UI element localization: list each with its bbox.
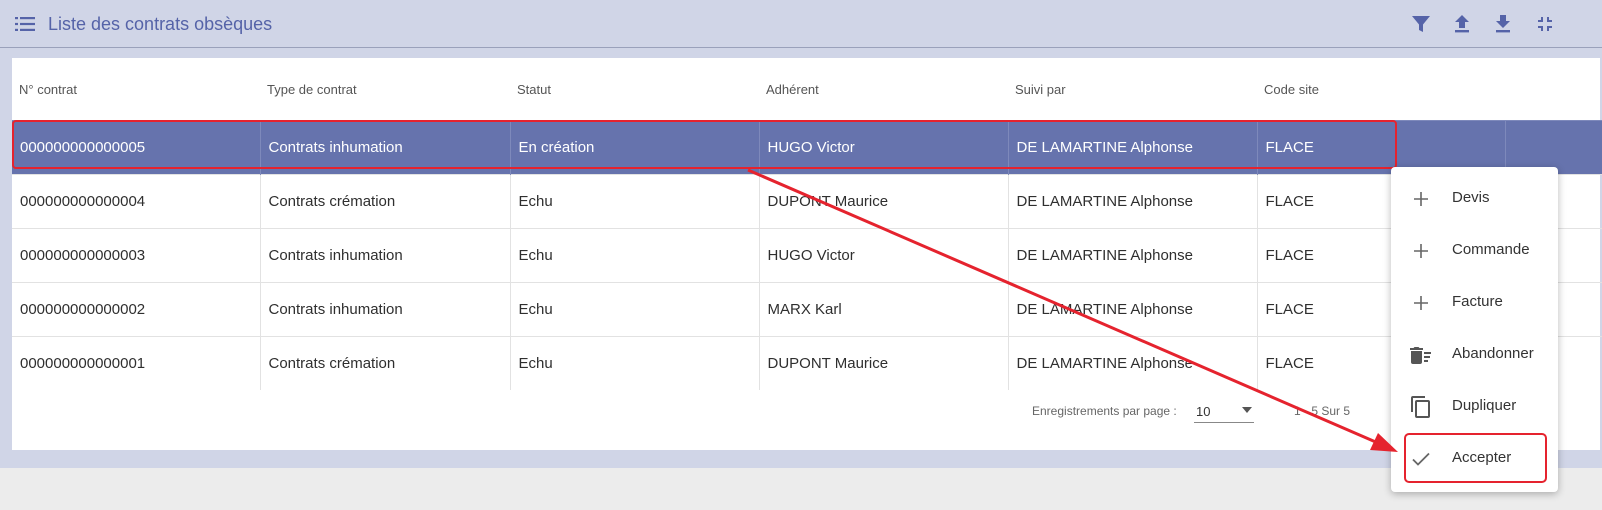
menu-item-accepter[interactable]: Accepter	[1391, 433, 1558, 485]
cell-contract-number: 000000000000001	[12, 336, 261, 390]
menu-item-abandonner[interactable]: Abandonner	[1391, 329, 1558, 381]
copy-icon	[1411, 396, 1430, 418]
column-header[interactable]: Adhérent	[759, 58, 1008, 121]
cell-member: HUGO Victor	[759, 120, 1009, 175]
plus-icon	[1414, 192, 1428, 206]
delete-sweep-icon	[1410, 347, 1431, 364]
cell-member: MARX Karl	[759, 282, 1009, 337]
cell-contract-type: Contrats inhumation	[260, 120, 511, 175]
menu-icon[interactable]	[15, 17, 35, 31]
page-header: Liste des contrats obsèques	[0, 0, 1602, 48]
menu-item-label: Commande	[1452, 241, 1530, 258]
upload-icon[interactable]	[1450, 12, 1474, 36]
content-panel: Liste des contrats obsèques N° contrat T…	[0, 0, 1602, 468]
cell-followed-by: DE LAMARTINE Alphonse	[1008, 282, 1258, 337]
column-header[interactable]: Suivi par	[1008, 58, 1257, 121]
cell-contract-type: Contrats inhumation	[260, 282, 511, 337]
cell-member: DUPONT Maurice	[759, 174, 1009, 229]
per-page-value: 10	[1196, 404, 1211, 419]
cell-followed-by: DE LAMARTINE Alphonse	[1008, 174, 1258, 229]
row-context-menu: Devis Commande Facture Abandonner Dupliq…	[1391, 167, 1558, 492]
cell-followed-by: DE LAMARTINE Alphonse	[1008, 120, 1258, 175]
table-row[interactable]: 000000000000001 Contrats crémation Echu …	[12, 336, 1602, 390]
cell-contract-number: 000000000000003	[12, 228, 261, 283]
column-header[interactable]: Statut	[510, 58, 759, 121]
per-page-select[interactable]: 10	[1194, 399, 1254, 423]
column-header[interactable]: N° contrat	[12, 58, 260, 121]
column-header[interactable]: Type de contrat	[260, 58, 510, 121]
cell-contract-number: 000000000000004	[12, 174, 261, 229]
cell-status: Echu	[510, 336, 760, 390]
chevron-down-icon	[1242, 407, 1252, 413]
cell-contract-type: Contrats crémation	[260, 174, 511, 229]
pager-range: 1 - 5 Sur 5	[1294, 404, 1351, 418]
filter-icon[interactable]	[1409, 12, 1433, 36]
pager-label: Enregistrements par page :	[1032, 404, 1177, 418]
menu-item-label: Abandonner	[1452, 345, 1534, 362]
plus-icon	[1414, 296, 1428, 310]
contracts-table: N° contrat Type de contrat Statut Adhére…	[12, 58, 1602, 390]
cell-contract-type: Contrats inhumation	[260, 228, 511, 283]
table-row[interactable]: 000000000000002 Contrats inhumation Echu…	[12, 282, 1602, 337]
menu-item-commande[interactable]: Commande	[1391, 225, 1558, 277]
collapse-icon[interactable]	[1533, 12, 1557, 36]
cell-status: Echu	[510, 282, 760, 337]
cell-member: DUPONT Maurice	[759, 336, 1009, 390]
table-header-row: N° contrat Type de contrat Statut Adhére…	[12, 58, 1602, 121]
download-icon[interactable]	[1491, 12, 1515, 36]
plus-icon	[1414, 244, 1428, 258]
contracts-table-card: N° contrat Type de contrat Statut Adhére…	[12, 58, 1602, 450]
cell-contract-type: Contrats crémation	[260, 336, 511, 390]
cell-member: HUGO Victor	[759, 228, 1009, 283]
menu-item-label: Devis	[1452, 189, 1490, 206]
cell-contract-number: 000000000000005	[12, 120, 261, 175]
column-header-empty	[1505, 58, 1602, 121]
page-title: Liste des contrats obsèques	[48, 14, 273, 34]
menu-item-dupliquer[interactable]: Dupliquer	[1391, 381, 1558, 433]
menu-item-label: Facture	[1452, 293, 1503, 310]
cell-contract-number: 000000000000002	[12, 282, 261, 337]
menu-item-label: Dupliquer	[1452, 397, 1517, 414]
table-row[interactable]: 000000000000004 Contrats crémation Echu …	[12, 174, 1602, 229]
column-header[interactable]: Code site	[1257, 58, 1505, 121]
menu-item-facture[interactable]: Facture	[1391, 277, 1558, 329]
table-row[interactable]: 000000000000003 Contrats inhumation Echu…	[12, 228, 1602, 283]
cell-status: Echu	[510, 174, 760, 229]
cell-followed-by: DE LAMARTINE Alphonse	[1008, 336, 1258, 390]
table-row-selected[interactable]: 000000000000005 Contrats inhumation En c…	[12, 120, 1602, 175]
check-icon	[1412, 452, 1430, 466]
menu-item-devis[interactable]: Devis	[1391, 173, 1558, 225]
cell-followed-by: DE LAMARTINE Alphonse	[1008, 228, 1258, 283]
cell-status: En création	[510, 120, 760, 175]
cell-status: Echu	[510, 228, 760, 283]
menu-item-label: Accepter	[1452, 449, 1512, 466]
